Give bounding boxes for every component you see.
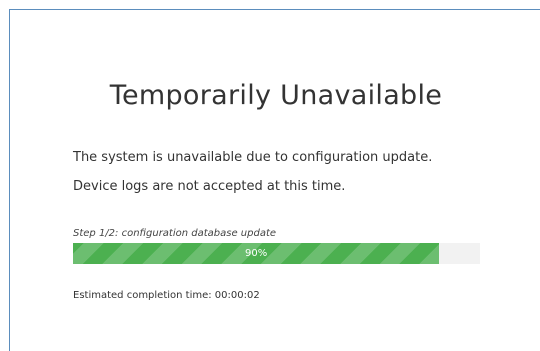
- progress-percent-label: 90%: [245, 248, 268, 259]
- estimated-completion-time: Estimated completion time: 00:00:02: [73, 290, 260, 301]
- status-message-secondary: Device logs are not accepted at this tim…: [73, 179, 346, 194]
- progress-step-label: Step 1/2: configuration database update: [73, 228, 277, 239]
- progress-bar: 90%: [73, 243, 480, 264]
- page-title: Temporarily Unavailable: [109, 80, 443, 111]
- status-message: The system is unavailable due to configu…: [73, 150, 433, 165]
